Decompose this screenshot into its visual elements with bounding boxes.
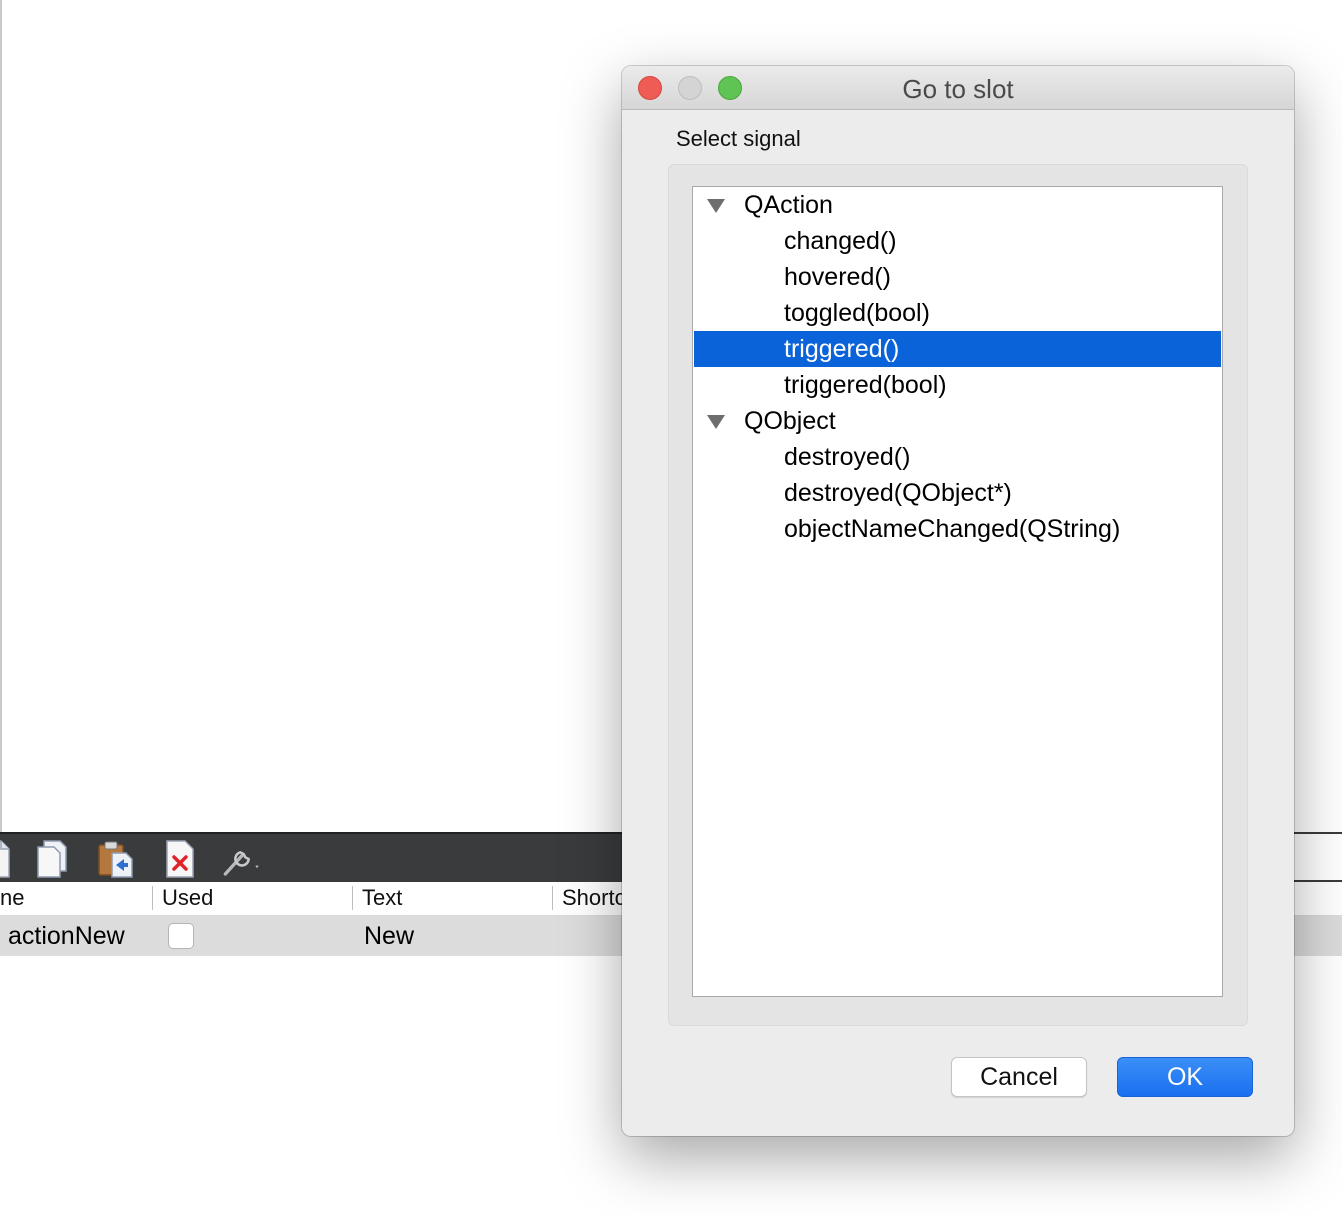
tree-item-signal[interactable]: triggered(bool) bbox=[694, 367, 1221, 403]
configure-icon[interactable] bbox=[222, 838, 262, 880]
tree-item-signal[interactable]: toggled(bool) bbox=[694, 295, 1221, 331]
minimize-window-button[interactable] bbox=[678, 76, 702, 100]
paste-icon[interactable] bbox=[96, 838, 136, 880]
signal-label: toggled(bool) bbox=[784, 299, 930, 327]
ok-button[interactable]: OK bbox=[1117, 1057, 1253, 1097]
signal-label: destroyed(QObject*) bbox=[784, 479, 1012, 507]
column-separator[interactable] bbox=[352, 886, 353, 910]
copy-icon[interactable] bbox=[32, 838, 72, 880]
signal-label: triggered(bool) bbox=[784, 371, 947, 399]
tree-item-signal[interactable]: hovered() bbox=[694, 259, 1221, 295]
delete-icon[interactable] bbox=[160, 838, 200, 880]
signal-tree[interactable]: QAction changed() hovered() toggled(bool… bbox=[692, 186, 1223, 997]
tree-group-label: QAction bbox=[744, 191, 833, 219]
zoom-window-button[interactable] bbox=[718, 76, 742, 100]
new-action-icon[interactable] bbox=[0, 838, 16, 880]
signal-label: triggered() bbox=[784, 335, 900, 363]
disclosure-triangle-icon[interactable] bbox=[707, 199, 725, 213]
action-text-cell: New bbox=[364, 922, 415, 950]
tree-item-signal[interactable]: destroyed(QObject*) bbox=[694, 475, 1221, 511]
disclosure-triangle-icon[interactable] bbox=[707, 415, 725, 429]
column-separator[interactable] bbox=[552, 886, 553, 910]
close-window-button[interactable] bbox=[638, 76, 662, 100]
tree-group-label: QObject bbox=[744, 407, 836, 435]
tree-group-qobject[interactable]: QObject bbox=[694, 403, 1221, 439]
signal-label: destroyed() bbox=[784, 443, 911, 471]
action-name-cell: actionNew bbox=[8, 922, 125, 950]
column-header-text[interactable]: Text bbox=[362, 882, 402, 915]
tree-item-signal[interactable]: objectNameChanged(QString) bbox=[694, 511, 1221, 547]
dialog-titlebar[interactable]: Go to slot bbox=[622, 66, 1294, 110]
select-signal-label: Select signal bbox=[676, 126, 801, 151]
go-to-slot-dialog: Go to slot Select signal QAction changed… bbox=[622, 66, 1294, 1136]
column-header-used[interactable]: Used bbox=[162, 882, 213, 915]
signal-label: objectNameChanged(QString) bbox=[784, 515, 1121, 543]
column-header-name[interactable]: ne bbox=[0, 882, 24, 915]
column-header-shortcut[interactable]: Shortc bbox=[562, 882, 626, 915]
column-separator[interactable] bbox=[152, 886, 153, 910]
canvas-border bbox=[0, 0, 2, 832]
tree-item-signal[interactable]: destroyed() bbox=[694, 439, 1221, 475]
cancel-button[interactable]: Cancel bbox=[951, 1057, 1087, 1097]
tree-item-signal[interactable]: changed() bbox=[694, 223, 1221, 259]
used-checkbox[interactable] bbox=[168, 923, 194, 949]
signal-label: hovered() bbox=[784, 263, 891, 291]
tree-group-qaction[interactable]: QAction bbox=[694, 187, 1221, 223]
signal-label: changed() bbox=[784, 227, 897, 255]
right-panel-strip bbox=[1294, 832, 1342, 882]
tree-item-signal-selected[interactable]: triggered() bbox=[694, 331, 1221, 367]
